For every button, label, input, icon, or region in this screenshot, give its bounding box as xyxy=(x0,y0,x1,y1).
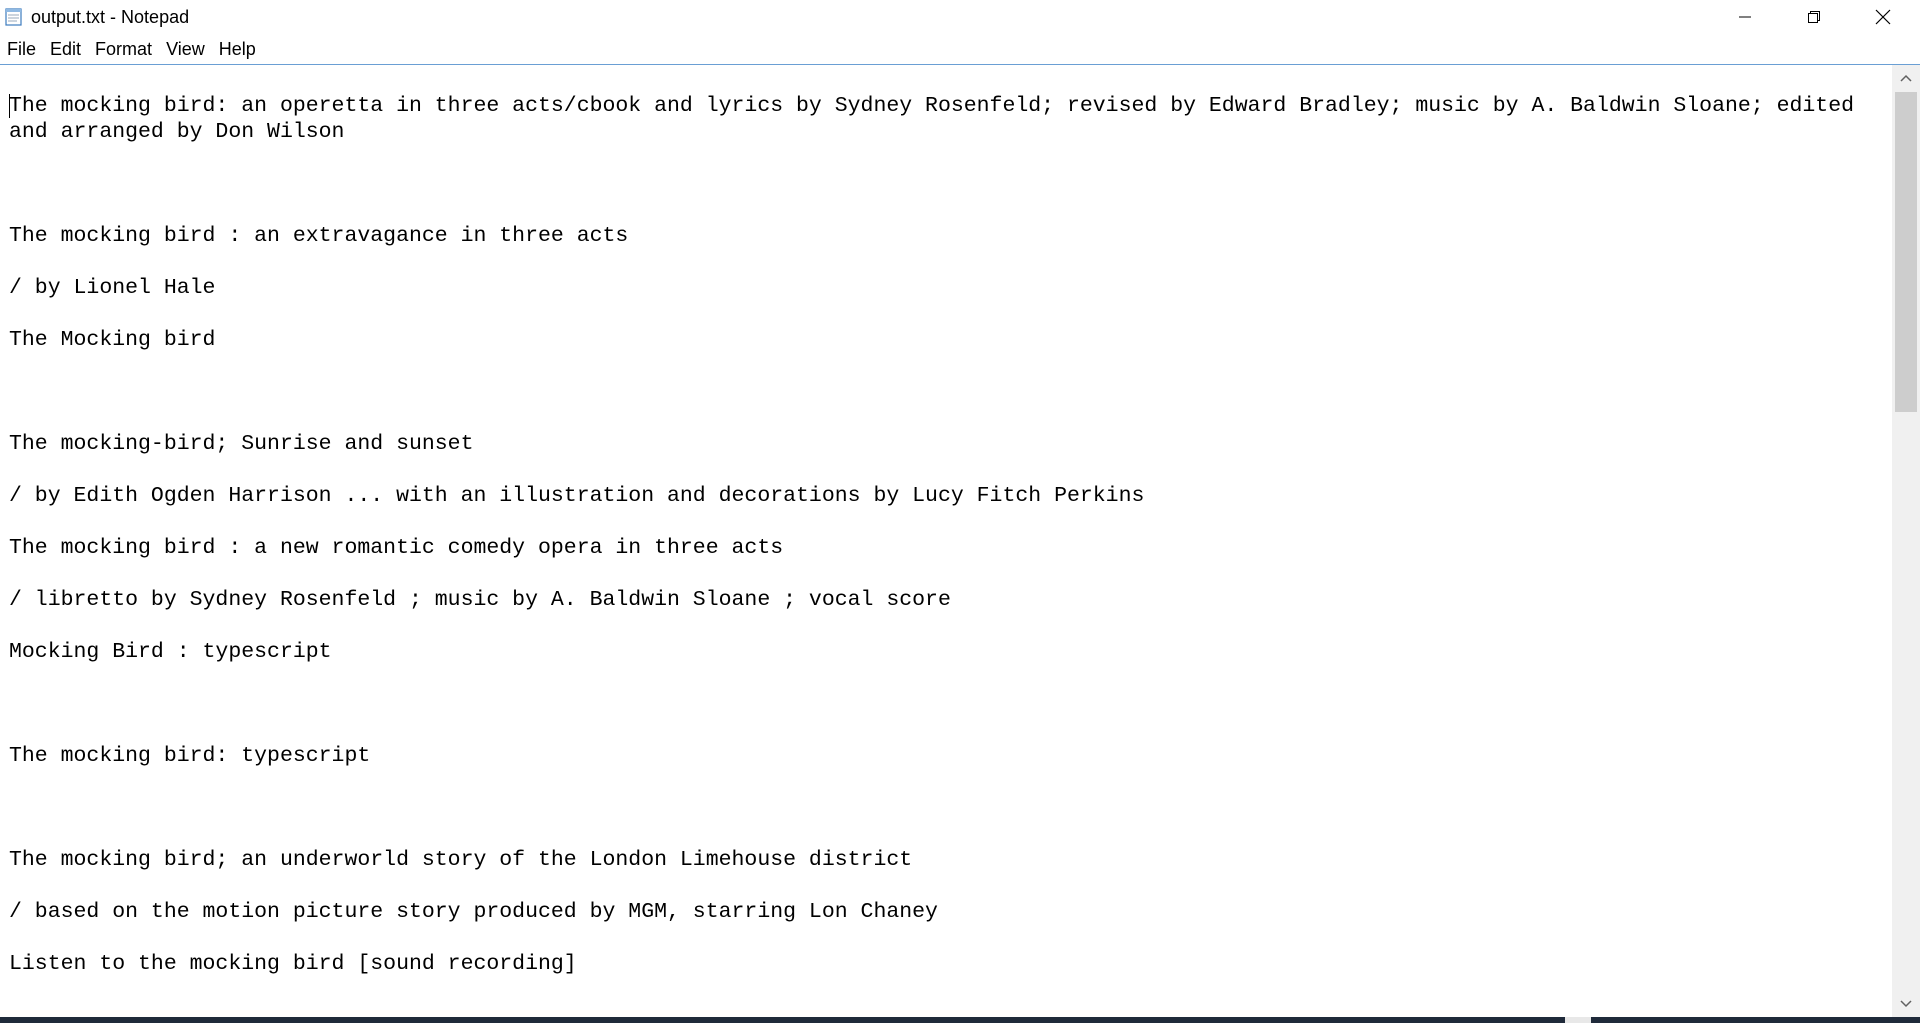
text-line xyxy=(9,873,1889,899)
text-line xyxy=(9,197,1889,223)
minimize-button[interactable] xyxy=(1710,0,1780,34)
text-line: / by Edith Ogden Harrison ... with an il… xyxy=(9,484,1145,508)
text-line xyxy=(9,691,1889,717)
scrollbar-thumb[interactable] xyxy=(1895,92,1917,412)
text-line: The Mocking bird xyxy=(9,328,216,352)
scroll-down-button[interactable] xyxy=(1892,991,1920,1017)
text-line xyxy=(9,457,1889,483)
restore-button[interactable] xyxy=(1779,0,1849,34)
text-line xyxy=(9,353,1889,379)
text-caret xyxy=(9,94,10,118)
menu-file[interactable]: File xyxy=(0,34,43,64)
close-button[interactable] xyxy=(1848,0,1918,34)
text-line: / based on the motion picture story prod… xyxy=(9,900,938,924)
text-line xyxy=(9,821,1889,847)
text-line: The mocking-bird; Sunrise and sunset xyxy=(9,432,474,456)
text-line: The mocking bird; an underworld story of… xyxy=(9,848,913,872)
text-line xyxy=(9,301,1889,327)
window-title: output.txt - Notepad xyxy=(31,7,190,27)
text-line xyxy=(9,665,1889,691)
vertical-scrollbar[interactable] xyxy=(1892,65,1920,1017)
text-line xyxy=(9,171,1889,197)
text-line: The mocking bird : a new romantic comedy… xyxy=(9,536,784,560)
scroll-up-arrow-icon xyxy=(1900,69,1912,87)
text-line xyxy=(9,795,1889,821)
text-editor[interactable]: The mocking bird: an operetta in three a… xyxy=(0,65,1892,1017)
taskbar-edge xyxy=(0,1017,1920,1023)
scroll-down-arrow-icon xyxy=(1900,995,1912,1013)
menu-help[interactable]: Help xyxy=(212,34,263,64)
menu-bar: File Edit Format View Help xyxy=(0,34,1920,64)
text-line: / libretto by Sydney Rosenfeld ; music b… xyxy=(9,588,951,612)
taskbar-indicator xyxy=(1565,1017,1591,1023)
text-line xyxy=(9,561,1889,587)
text-line: The mocking bird : an extravagance in th… xyxy=(9,224,629,248)
text-line xyxy=(9,405,1889,431)
document-text[interactable]: The mocking bird: an operetta in three a… xyxy=(9,93,1889,977)
text-line: The mocking bird: typescript xyxy=(9,744,371,768)
minimize-icon xyxy=(1738,10,1752,24)
text-line: The mocking bird: an operetta in three a… xyxy=(9,94,1867,144)
restore-icon xyxy=(1807,10,1821,24)
text-line xyxy=(9,145,1889,171)
menu-view[interactable]: View xyxy=(159,34,212,64)
close-icon xyxy=(1875,9,1891,25)
text-line: Listen to the mocking bird [sound record… xyxy=(9,952,577,976)
text-line xyxy=(9,925,1889,951)
text-line xyxy=(9,613,1889,639)
text-line xyxy=(9,717,1889,743)
text-line xyxy=(9,379,1889,405)
text-line: / by Lionel Hale xyxy=(9,276,216,300)
text-line xyxy=(9,769,1889,795)
title-bar: output.txt - Notepad xyxy=(0,0,1920,34)
scroll-up-button[interactable] xyxy=(1892,65,1920,91)
text-line xyxy=(9,509,1889,535)
menu-format[interactable]: Format xyxy=(88,34,159,64)
notepad-icon xyxy=(4,8,24,26)
text-line xyxy=(9,249,1889,275)
text-line: Mocking Bird : typescript xyxy=(9,640,332,664)
menu-edit[interactable]: Edit xyxy=(43,34,88,64)
